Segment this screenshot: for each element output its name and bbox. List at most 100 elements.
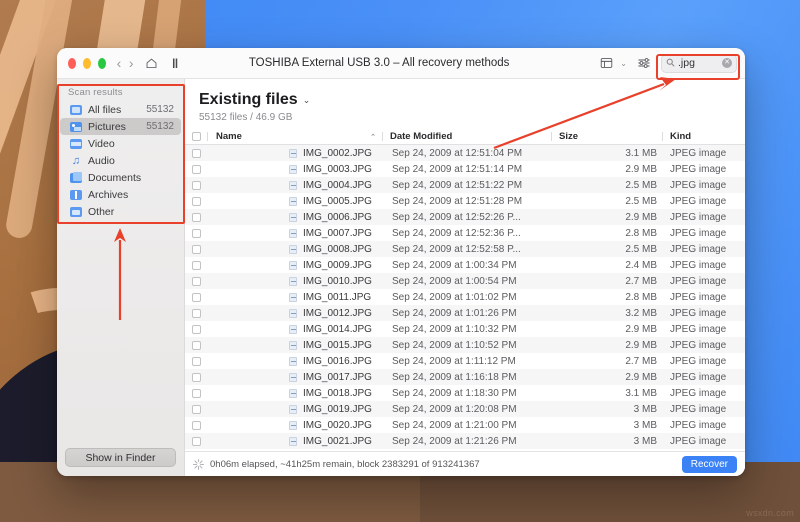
- row-checkbox[interactable]: [185, 388, 207, 398]
- table-row[interactable]: IMG_0009.JPG Sep 24, 2009 at 1:00:34 PM 2.…: [185, 257, 745, 273]
- sidebar-item-audio[interactable]: ♫ Audio: [60, 152, 181, 169]
- show-in-finder-button[interactable]: Show in Finder: [65, 448, 176, 467]
- file-icon: [289, 260, 297, 270]
- table-body[interactable]: IMG_0002.JPG Sep 24, 2009 at 12:51:04 PM 3…: [185, 145, 745, 451]
- file-icon: [289, 148, 297, 158]
- row-checkbox[interactable]: [185, 292, 207, 302]
- table-row[interactable]: IMG_0021.JPG Sep 24, 2009 at 1:21:26 PM 3 …: [185, 433, 745, 449]
- sidebar-item-other[interactable]: Other: [60, 203, 181, 220]
- table-row[interactable]: IMG_0004.JPG Sep 24, 2009 at 12:51:22 PM 2…: [185, 177, 745, 193]
- chevron-down-icon[interactable]: ⌄: [620, 59, 627, 68]
- file-icon: [289, 180, 297, 190]
- grid-view-icon[interactable]: [593, 53, 619, 73]
- close-button[interactable]: [68, 57, 76, 69]
- table-row[interactable]: IMG_0002.JPG Sep 24, 2009 at 12:51:04 PM 3…: [185, 145, 745, 161]
- table-row[interactable]: IMG_0015.JPG Sep 24, 2009 at 1:10:52 PM 2.…: [185, 337, 745, 353]
- main-header: Existing files ⌄ 55132 files / 46.9 GB: [185, 79, 745, 129]
- sidebar-item-label: All files: [88, 103, 122, 116]
- table-row[interactable]: IMG_0019.JPG Sep 24, 2009 at 1:20:08 PM 3 …: [185, 401, 745, 417]
- select-all-checkbox[interactable]: [185, 132, 207, 141]
- chevron-down-icon[interactable]: ⌄: [303, 95, 311, 106]
- table-row[interactable]: IMG_0007.JPG Sep 24, 2009 at 12:52:36 P..…: [185, 225, 745, 241]
- column-header-date-modified[interactable]: Date Modified: [383, 131, 551, 142]
- search-value: .jpg: [678, 57, 695, 69]
- file-date: Sep 24, 2009 at 12:52:36 P...: [392, 227, 521, 239]
- row-checkbox[interactable]: [185, 228, 207, 238]
- sort-filter-icon[interactable]: [631, 53, 657, 73]
- sidebar-item-pictures[interactable]: Pictures 55132: [60, 118, 181, 135]
- column-header-kind[interactable]: Kind: [663, 131, 745, 142]
- row-checkbox[interactable]: [185, 260, 207, 270]
- file-kind: JPEG image: [670, 323, 727, 335]
- table-row[interactable]: IMG_0014.JPG Sep 24, 2009 at 1:10:32 PM 2.…: [185, 321, 745, 337]
- file-date: Sep 24, 2009 at 12:51:14 PM: [392, 163, 523, 175]
- app-window: ‹ › ‖ TOSHIBA External USB 3.0 – All rec…: [57, 48, 745, 476]
- table-row[interactable]: IMG_0005.JPG Sep 24, 2009 at 12:51:28 PM 2…: [185, 193, 745, 209]
- file-name: IMG_0007.JPG: [303, 227, 372, 239]
- row-checkbox[interactable]: [185, 244, 207, 254]
- row-checkbox[interactable]: [185, 276, 207, 286]
- row-checkbox[interactable]: [185, 308, 207, 318]
- row-checkbox[interactable]: [185, 420, 207, 430]
- row-checkbox[interactable]: [185, 372, 207, 382]
- file-size: 3 MB: [633, 435, 657, 447]
- row-checkbox[interactable]: [185, 356, 207, 366]
- file-size: 2.9 MB: [625, 163, 657, 175]
- clear-circle-icon[interactable]: ✕: [722, 58, 732, 68]
- table-row[interactable]: IMG_0016.JPG Sep 24, 2009 at 1:11:12 PM 2.…: [185, 353, 745, 369]
- row-checkbox[interactable]: [185, 212, 207, 222]
- checkbox-icon: [191, 164, 201, 174]
- file-kind: JPEG image: [670, 435, 727, 447]
- table-row[interactable]: IMG_0011.JPG Sep 24, 2009 at 1:01:02 PM 2.…: [185, 289, 745, 305]
- minimize-button[interactable]: [82, 57, 91, 69]
- file-icon: [289, 308, 297, 318]
- table-row[interactable]: IMG_0017.JPG Sep 24, 2009 at 1:16:18 PM 2.…: [185, 369, 745, 385]
- file-name: IMG_0014.JPG: [303, 323, 372, 335]
- table-row[interactable]: IMG_0006.JPG Sep 24, 2009 at 12:52:26 P..…: [185, 209, 745, 225]
- sidebar-item-archives[interactable]: Archives: [60, 186, 181, 203]
- pause-icon[interactable]: ‖: [166, 56, 185, 71]
- back-chevron-icon[interactable]: ‹: [113, 56, 125, 70]
- progress-spinner-icon: [193, 458, 204, 470]
- maximize-button[interactable]: [97, 57, 106, 69]
- row-checkbox[interactable]: [185, 436, 207, 446]
- sort-ascending-icon[interactable]: ⌃: [370, 133, 376, 141]
- forward-chevron-icon[interactable]: ›: [125, 56, 137, 70]
- status-text: 0h06m elapsed, ~41h25m remain, block 238…: [210, 458, 480, 470]
- table-row[interactable]: IMG_0020.JPG Sep 24, 2009 at 1:21:00 PM 3 …: [185, 417, 745, 433]
- file-kind: JPEG image: [670, 163, 727, 175]
- sidebar-item-all-files[interactable]: All files 55132: [60, 101, 181, 118]
- file-icon: [289, 420, 297, 430]
- search-input[interactable]: .jpg ✕: [661, 53, 737, 73]
- file-size: 2.9 MB: [625, 339, 657, 351]
- column-header-size[interactable]: Size: [552, 131, 662, 142]
- row-checkbox[interactable]: [185, 148, 207, 158]
- table-row[interactable]: IMG_0010.JPG Sep 24, 2009 at 1:00:54 PM 2.…: [185, 273, 745, 289]
- row-checkbox[interactable]: [185, 340, 207, 350]
- row-checkbox[interactable]: [185, 404, 207, 414]
- all-files-icon: [70, 104, 82, 115]
- sidebar-item-documents[interactable]: Documents: [60, 169, 181, 186]
- row-name-cell: IMG_0017.JPG: [207, 372, 385, 383]
- table-row[interactable]: IMG_0018.JPG Sep 24, 2009 at 1:18:30 PM 3.…: [185, 385, 745, 401]
- page-title[interactable]: Existing files ⌄: [199, 91, 745, 109]
- home-icon[interactable]: [137, 57, 166, 70]
- file-date: Sep 24, 2009 at 1:00:54 PM: [392, 275, 517, 287]
- titlebar-right-controls: ⌄ .jpg ✕: [593, 53, 745, 73]
- table-row[interactable]: IMG_0003.JPG Sep 24, 2009 at 12:51:14 PM 2…: [185, 161, 745, 177]
- file-icon: [289, 244, 297, 254]
- sidebar-item-label: Pictures: [88, 120, 126, 133]
- row-name-cell: IMG_0015.JPG: [207, 340, 385, 351]
- recover-button[interactable]: Recover: [681, 455, 737, 473]
- table-row[interactable]: IMG_0008.JPG Sep 24, 2009 at 12:52:58 P..…: [185, 241, 745, 257]
- column-header-name[interactable]: Name ⌃: [208, 131, 382, 142]
- table-row[interactable]: IMG_0012.JPG Sep 24, 2009 at 1:01:26 PM 3.…: [185, 305, 745, 321]
- row-checkbox[interactable]: [185, 164, 207, 174]
- row-checkbox[interactable]: [185, 196, 207, 206]
- file-size: 2.8 MB: [625, 227, 657, 239]
- row-checkbox[interactable]: [185, 324, 207, 334]
- sidebar-item-video[interactable]: Video: [60, 135, 181, 152]
- row-name-cell: IMG_0011.JPG: [207, 292, 385, 303]
- row-checkbox[interactable]: [185, 180, 207, 190]
- video-icon: [70, 138, 82, 149]
